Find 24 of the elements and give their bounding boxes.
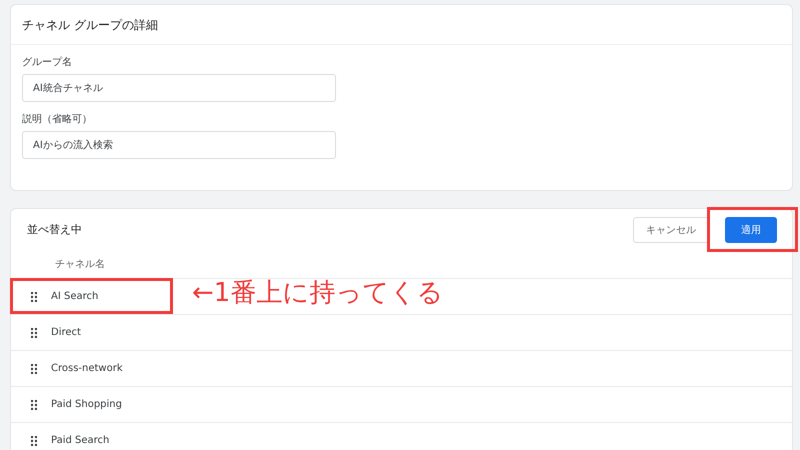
input-field[interactable]: AI統合チャネル — [22, 74, 336, 102]
list-row[interactable]: Cross-network — [11, 351, 792, 387]
row-label: Cross-network — [51, 362, 123, 376]
field-label: グループ名 — [22, 56, 73, 70]
drag-handle-icon[interactable] — [31, 436, 37, 446]
drag-handle-icon[interactable] — [31, 400, 37, 410]
row-label: Direct — [51, 326, 81, 340]
annotation-text: ←1番上に持ってくる — [192, 278, 444, 310]
card-title: 並べ替え中 — [27, 222, 82, 238]
drag-handle-icon[interactable] — [31, 328, 37, 338]
drag-handle-icon[interactable] — [31, 292, 37, 302]
cancel-button[interactable]: キャンセル — [633, 217, 709, 243]
row-label: AI Search — [51, 290, 98, 304]
row-label: Paid Search — [51, 434, 110, 448]
field-label: 説明（省略可） — [22, 112, 93, 127]
list-row[interactable]: Paid Search — [11, 423, 792, 450]
column-header: チャネル名 — [11, 251, 792, 279]
input-field[interactable]: AIからの流入検索 — [22, 131, 336, 159]
list-row[interactable]: Paid Shopping — [11, 387, 792, 423]
list-row[interactable]: Direct — [11, 315, 792, 351]
card-title: チャネル グループの詳細 — [11, 5, 792, 45]
row-label: Paid Shopping — [51, 398, 122, 412]
drag-handle-icon[interactable] — [31, 364, 37, 374]
apply-button[interactable]: 適用 — [725, 217, 777, 243]
